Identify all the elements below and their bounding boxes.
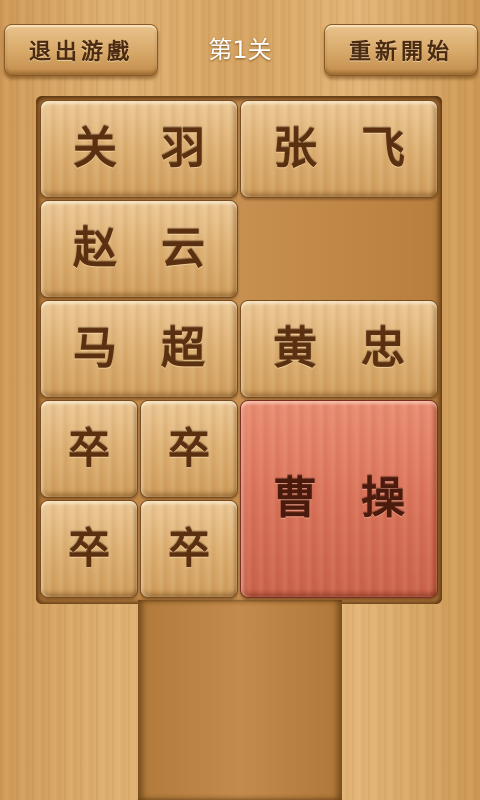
tile-glyph: 羽 (161, 123, 205, 174)
tile-zhang-fei[interactable]: 张 飞 (240, 100, 438, 198)
tile-glyph: 云 (161, 223, 205, 274)
tile-glyph: 卒 (67, 524, 110, 573)
tile-glyph: 张 (273, 123, 317, 174)
level-title: 第1关 (208, 36, 272, 64)
tile-guan-yu[interactable]: 关 羽 (40, 100, 238, 198)
tile-glyph: 关 (73, 123, 117, 174)
tile-huang-zhong[interactable]: 黄 忠 (240, 300, 438, 398)
tile-soldier[interactable]: 卒 (140, 400, 238, 498)
tile-cao-cao[interactable]: 曹 操 (240, 400, 438, 598)
tile-glyph: 超 (161, 323, 205, 374)
exit-game-button[interactable]: 退出游戲 (4, 24, 158, 76)
board-exit-slot (138, 600, 342, 800)
tile-ma-chao[interactable]: 马 超 (40, 300, 238, 398)
tile-glyph: 卒 (167, 424, 210, 473)
tile-glyph: 马 (73, 323, 117, 374)
tile-soldier[interactable]: 卒 (140, 500, 238, 598)
restart-button[interactable]: 重新開始 (324, 24, 478, 76)
tile-glyph: 卒 (67, 424, 110, 473)
exit-game-label: 退出游戲 (28, 39, 133, 65)
tile-zhao-yun[interactable]: 赵 云 (40, 200, 238, 298)
tile-glyph: 操 (361, 473, 405, 524)
tile-glyph: 飞 (361, 123, 405, 174)
tile-soldier[interactable]: 卒 (40, 400, 138, 498)
tile-glyph: 黄 (273, 323, 317, 374)
tile-soldier[interactable]: 卒 (40, 500, 138, 598)
tile-glyph: 曹 (273, 473, 317, 524)
tile-glyph: 赵 (73, 223, 117, 274)
restart-label: 重新開始 (348, 39, 453, 65)
tile-glyph: 卒 (167, 524, 210, 573)
tile-glyph: 忠 (361, 323, 405, 374)
